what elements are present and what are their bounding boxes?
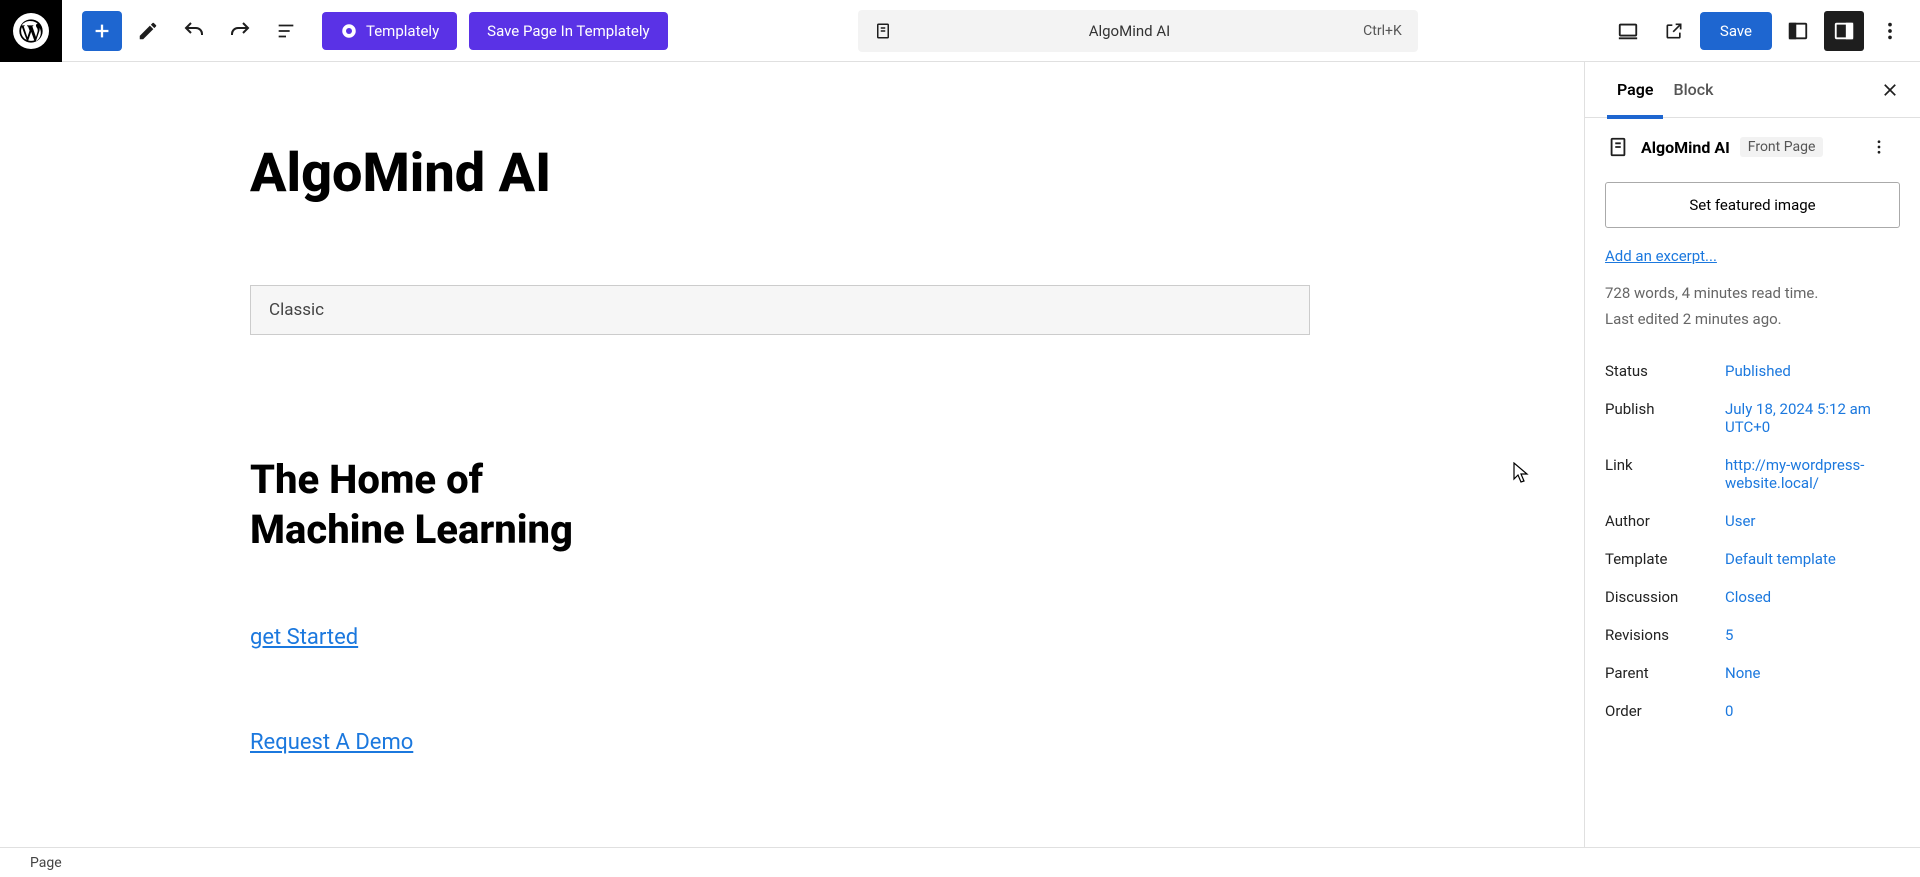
row-link: Link http://my-wordpress-website.local/ (1585, 446, 1920, 502)
row-discussion-value[interactable]: Closed (1725, 588, 1900, 606)
tab-block-label: Block (1673, 80, 1713, 99)
row-template-key: Template (1605, 550, 1725, 568)
classic-block-label: Classic (269, 300, 324, 320)
sidebar-doc-name: AlgoMind AI (1641, 138, 1730, 157)
document-title-text: AlgoMind AI (906, 22, 1353, 40)
document-overview-button[interactable] (266, 11, 306, 51)
undo-button[interactable] (174, 11, 214, 51)
sidebar-doc-actions[interactable] (1870, 138, 1900, 156)
set-featured-image-button[interactable]: Set featured image (1605, 182, 1900, 228)
wordpress-logo-icon (13, 13, 49, 49)
row-template-value[interactable]: Default template (1725, 550, 1900, 568)
wordpress-logo[interactable] (0, 0, 62, 62)
front-page-badge: Front Page (1740, 137, 1824, 157)
editor-canvas-scroll[interactable]: AlgoMind AI Classic The Home of Machine … (0, 62, 1584, 847)
toolbar-right-group: Save (1608, 11, 1920, 51)
row-link-value[interactable]: http://my-wordpress-website.local/ (1725, 456, 1900, 492)
add-excerpt-link[interactable]: Add an excerpt... (1605, 247, 1717, 265)
add-block-button[interactable] (82, 11, 122, 51)
request-demo-link[interactable]: Request A Demo (250, 730, 1584, 755)
edit-tool-button[interactable] (128, 11, 168, 51)
view-device-button[interactable] (1608, 11, 1648, 51)
excerpt-row: Add an excerpt... (1585, 246, 1920, 281)
redo-button[interactable] (220, 11, 260, 51)
templately-button[interactable]: Templately (322, 12, 457, 50)
row-order-key: Order (1605, 702, 1725, 720)
save-templately-label: Save Page In Templately (487, 22, 649, 40)
row-discussion: Discussion Closed (1585, 578, 1920, 616)
heading-block[interactable]: The Home of Machine Learning (250, 455, 750, 555)
word-count-text: 728 words, 4 minutes read time. (1605, 281, 1900, 307)
classic-block[interactable]: Classic (250, 285, 1310, 335)
row-order-value[interactable]: 0 (1725, 702, 1900, 720)
toolbar-left-group: Templately Save Page In Templately (62, 11, 668, 51)
row-author: Author User (1585, 502, 1920, 540)
row-publish-value[interactable]: July 18, 2024 5:12 am UTC+0 (1725, 400, 1900, 436)
row-status-value[interactable]: Published (1725, 362, 1900, 380)
row-publish-key: Publish (1605, 400, 1725, 418)
options-menu-button[interactable] (1870, 11, 1910, 51)
settings-sidebar: Page Block AlgoMind AI Front Page Set fe… (1584, 62, 1920, 847)
document-icon (1605, 134, 1631, 160)
row-parent: Parent None (1585, 654, 1920, 692)
row-revisions: Revisions 5 (1585, 616, 1920, 654)
row-author-value[interactable]: User (1725, 512, 1900, 530)
sidebar-right-toggle[interactable] (1824, 11, 1864, 51)
get-started-link[interactable]: get Started (250, 625, 1584, 650)
sidebar-doc-header: AlgoMind AI Front Page (1585, 118, 1920, 176)
row-discussion-key: Discussion (1605, 588, 1725, 606)
templately-icon (340, 22, 358, 40)
doc-meta-text: 728 words, 4 minutes read time. Last edi… (1585, 281, 1920, 332)
row-parent-value[interactable]: None (1725, 664, 1900, 682)
save-templately-button[interactable]: Save Page In Templately (469, 12, 667, 50)
page-title[interactable]: AlgoMind AI (250, 142, 1584, 205)
row-revisions-key: Revisions (1605, 626, 1725, 644)
row-link-key: Link (1605, 456, 1725, 474)
view-external-button[interactable] (1654, 11, 1694, 51)
tab-page-label: Page (1617, 80, 1653, 99)
command-shortcut: Ctrl+K (1363, 23, 1402, 39)
tab-page[interactable]: Page (1607, 62, 1663, 118)
sidebar-left-toggle[interactable] (1778, 11, 1818, 51)
templately-label: Templately (366, 22, 439, 40)
breadcrumb-text[interactable]: Page (30, 855, 62, 871)
sidebar-tabs: Page Block (1585, 62, 1920, 118)
tab-block[interactable]: Block (1663, 62, 1723, 118)
row-author-key: Author (1605, 512, 1725, 530)
row-template: Template Default template (1585, 540, 1920, 578)
editor-canvas: AlgoMind AI Classic The Home of Machine … (0, 62, 1584, 847)
set-featured-image-label: Set featured image (1689, 196, 1815, 214)
heading-line2: Machine Learning (250, 506, 573, 553)
title-bar-wrap: AlgoMind AI Ctrl+K (668, 10, 1608, 52)
row-revisions-value[interactable]: 5 (1725, 626, 1900, 644)
row-order: Order 0 (1585, 692, 1920, 730)
save-button[interactable]: Save (1700, 12, 1772, 50)
document-title-bar[interactable]: AlgoMind AI Ctrl+K (858, 10, 1418, 52)
close-sidebar-button[interactable] (1870, 70, 1910, 110)
row-parent-key: Parent (1605, 664, 1725, 682)
row-publish: Publish July 18, 2024 5:12 am UTC+0 (1585, 390, 1920, 446)
last-edited-text: Last edited 2 minutes ago. (1605, 307, 1900, 333)
row-status: Status Published (1585, 352, 1920, 390)
save-button-label: Save (1720, 22, 1752, 40)
document-icon (874, 22, 892, 40)
row-status-key: Status (1605, 362, 1725, 380)
breadcrumb-status-bar: Page (0, 847, 1920, 877)
top-toolbar: Templately Save Page In Templately AlgoM… (0, 0, 1920, 62)
heading-line1: The Home of (250, 456, 483, 503)
